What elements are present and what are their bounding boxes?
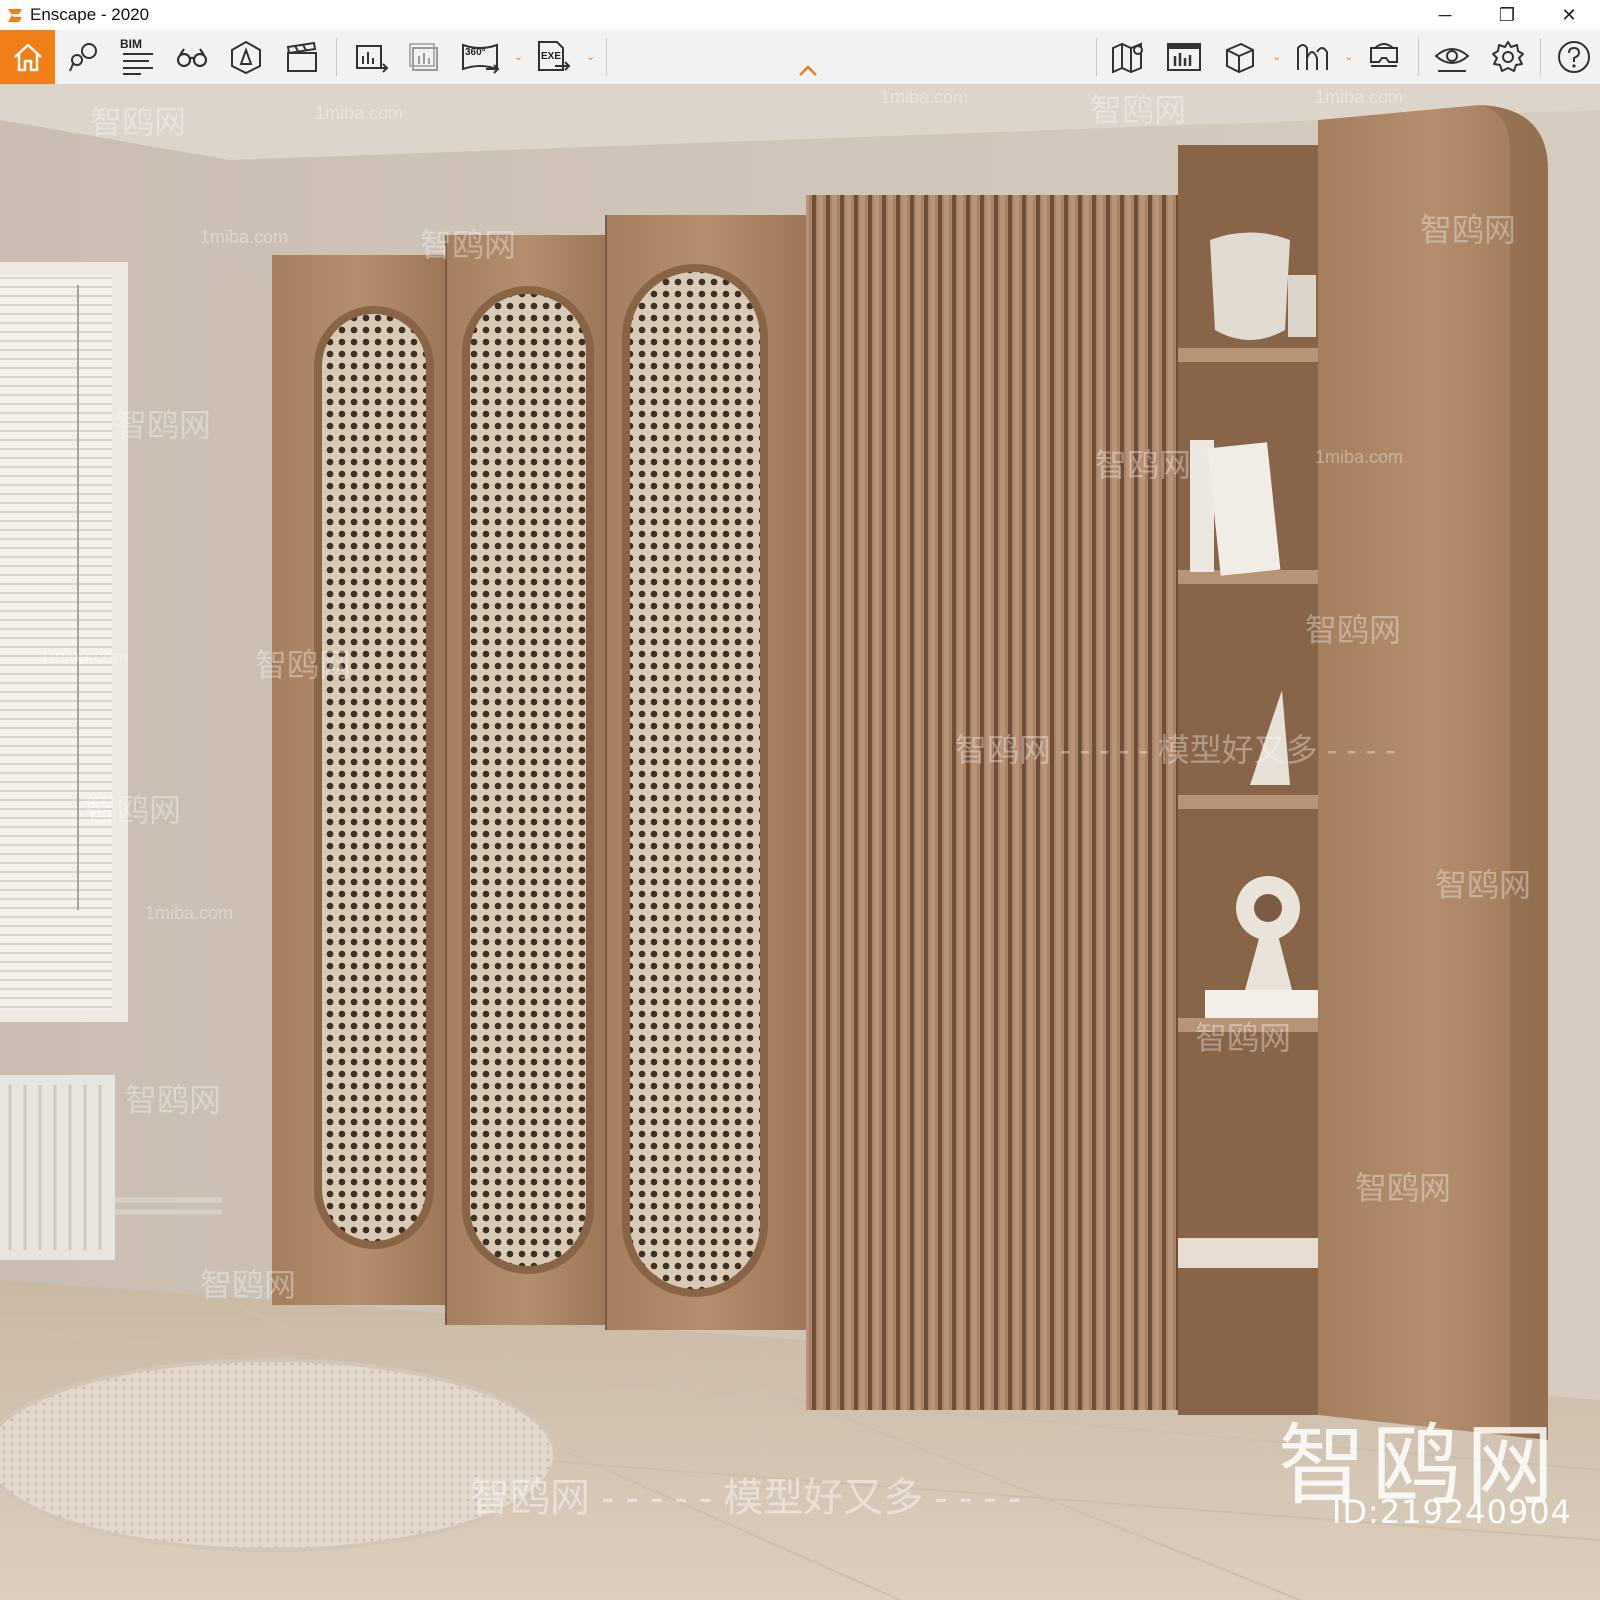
views-dropdown-chevron-icon[interactable]: ⌄ xyxy=(1272,50,1281,63)
watermark-text: 智鸥网 xyxy=(1355,1170,1452,1206)
render-viewport[interactable]: 智鸥网 1miba.com 智鸥网 1miba.com 1miba.com 1m… xyxy=(0,85,1600,1600)
window-controls: ─ ❐ ✕ xyxy=(1414,0,1600,30)
title-bar: Enscape - 2020 ─ ❐ ✕ xyxy=(0,0,1600,30)
watermark-text: 智鸥网 xyxy=(85,792,182,828)
vr-headset-button[interactable] xyxy=(1362,34,1406,80)
help-button[interactable] xyxy=(1552,34,1596,80)
batch-render-button[interactable] xyxy=(350,34,394,80)
interior-render xyxy=(0,85,1600,1600)
sound-dropdown-chevron-icon[interactable]: ⌄ xyxy=(1344,50,1353,63)
home-button[interactable] xyxy=(0,30,55,84)
watermark-text: 智鸥网 xyxy=(1420,212,1517,248)
watermark-text: 智鸥网 xyxy=(420,227,517,263)
visibility-button[interactable] xyxy=(1430,34,1474,80)
watermark-site: 1miba.com xyxy=(40,647,129,667)
toolbar-separator xyxy=(1096,38,1097,76)
toolbar-separator xyxy=(1540,38,1541,76)
visibility-icon xyxy=(1434,48,1470,72)
assets-icon xyxy=(231,40,261,75)
bim-label: BIM xyxy=(120,37,142,51)
watermark-text: 智鸥网 xyxy=(1305,612,1402,648)
export-dropdown-chevron-icon[interactable]: ⌄ xyxy=(586,50,595,63)
cube-icon xyxy=(1226,42,1254,74)
exe-label: EXE xyxy=(541,51,562,62)
map-icon xyxy=(1112,42,1143,74)
assets-button[interactable] xyxy=(224,34,268,80)
collapse-toolbar-button[interactable] xyxy=(796,62,820,82)
watermark-site: 1miba.com xyxy=(315,103,404,123)
panorama-label: 360° xyxy=(465,47,486,58)
location-icon xyxy=(69,43,97,72)
batch-render-icon xyxy=(356,45,389,73)
watermark-text: 智鸥网 xyxy=(1090,92,1187,128)
panorama-dropdown-chevron-icon[interactable]: ⌄ xyxy=(514,50,523,63)
bim-icon xyxy=(123,53,153,75)
minimize-button[interactable]: ─ xyxy=(1414,0,1476,30)
watermark-text: 智鸥网 xyxy=(1095,447,1192,483)
image-id-label: ID:219240904 xyxy=(1331,1493,1572,1531)
video-editor-button[interactable] xyxy=(280,34,324,80)
watermark-text: 智鸥网 xyxy=(255,647,352,683)
panorama-button[interactable]: 360° xyxy=(458,34,502,80)
video-editor-icon xyxy=(286,41,317,72)
binoculars-icon xyxy=(176,48,208,68)
watermark-site: 1miba.com xyxy=(1315,87,1404,107)
restore-button[interactable]: ❐ xyxy=(1476,0,1538,30)
watermark-site: 1miba.com xyxy=(880,87,969,107)
home-icon xyxy=(13,43,42,72)
watermark-text: 智鸥网 xyxy=(200,1267,297,1303)
help-icon xyxy=(1558,41,1590,73)
views-button[interactable] xyxy=(1218,34,1262,80)
watermark-site: 1miba.com xyxy=(1315,447,1404,467)
close-button[interactable]: ✕ xyxy=(1538,0,1600,30)
gallery-button[interactable] xyxy=(1162,34,1206,80)
watermark-text: 智鸥网 xyxy=(1435,867,1532,903)
sound-icon xyxy=(1297,44,1328,70)
watermark-bottom-slogan: 智鸥网 - - - - - 模型好又多 - - - - xyxy=(470,1476,1022,1520)
watermark-site: 1miba.com xyxy=(200,227,289,247)
watermark-text: 智鸥网 xyxy=(125,1082,222,1118)
watermark-text: 智鸥网 xyxy=(90,104,187,140)
toolbar-separator xyxy=(336,38,337,76)
toolbar: BIM 360° ⌄ EXE ⌄ ⌄ ⌄ xyxy=(0,30,1600,85)
toolbar-separator xyxy=(1418,38,1419,76)
chevron-up-icon xyxy=(799,65,817,76)
enscape-logo-icon xyxy=(4,4,26,26)
toolbar-separator xyxy=(606,38,607,76)
watermark-slogan: 智鸥网 - - - - - 模型好又多 - - - - xyxy=(955,732,1396,768)
export-exe-button[interactable]: EXE xyxy=(530,34,574,80)
vr-headset-icon xyxy=(1370,43,1398,67)
map-button[interactable] xyxy=(1106,34,1150,80)
location-button[interactable] xyxy=(62,34,106,80)
render-image-icon xyxy=(409,43,438,71)
binoculars-button[interactable] xyxy=(170,34,214,80)
settings-icon xyxy=(1492,41,1524,72)
watermark-text: 智鸥网 xyxy=(115,407,212,443)
watermark-text: 智鸥网 xyxy=(1195,1020,1292,1056)
window-title: Enscape - 2020 xyxy=(30,5,150,24)
render-image-button[interactable] xyxy=(404,34,448,80)
settings-button[interactable] xyxy=(1486,34,1530,80)
gallery-icon xyxy=(1167,43,1201,71)
watermark-site: 1miba.com xyxy=(145,903,234,923)
sound-button[interactable] xyxy=(1290,34,1334,80)
bim-button[interactable]: BIM xyxy=(116,34,160,80)
